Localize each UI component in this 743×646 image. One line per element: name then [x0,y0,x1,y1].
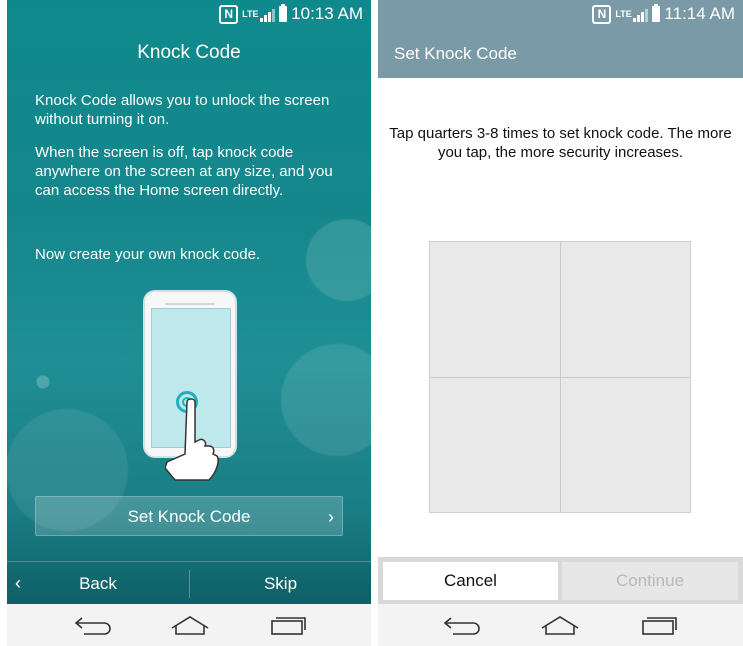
chevron-left-icon: ‹ [15,573,21,593]
nfc-icon: N [592,4,612,24]
page-title: Set Knock Code [394,44,517,63]
signal-icon [633,7,649,22]
lte-icon: LTE [242,8,259,19]
knock-code-grid[interactable] [429,241,691,513]
status-bar: N LTE 10:13 AM [7,0,371,28]
chevron-right-icon: › [328,507,334,527]
back-arrow-icon[interactable] [74,614,114,636]
set-knock-code-button[interactable]: Set Knock Code › [35,496,343,536]
instructions-text: Tap quarters 3-8 times to set knock code… [389,125,732,161]
continue-button[interactable]: Continue [562,562,738,600]
set-knock-code-label: Set Knock Code [127,507,251,526]
back-arrow-icon[interactable] [443,614,483,636]
back-label: Back [79,574,117,593]
phone-speaker [165,297,215,305]
home-icon[interactable] [170,614,210,636]
system-nav-bar [7,604,371,646]
status-time: 11:14 AM [664,4,735,23]
status-bar: N LTE 11:14 AM [378,0,743,28]
knock-code-intro-screen: N LTE 10:13 AM Knock Code Knock Code all… [7,0,371,646]
status-time: 10:13 AM [291,4,363,23]
set-knock-code-screen: N LTE 11:14 AM Set Knock Code Tap quarte… [378,0,743,646]
back-button[interactable]: ‹ Back [7,562,189,605]
description-paragraph: Knock Code allows you to unlock the scre… [35,92,330,128]
skip-label: Skip [263,574,298,593]
lte-icon: LTE [615,8,632,19]
cancel-button[interactable]: Cancel [383,562,558,600]
bottom-actions: Cancel Continue [378,557,743,604]
description-paragraph: When the screen is off, tap knock code a… [35,144,333,199]
recent-apps-icon[interactable] [640,614,680,636]
signal-icon [260,7,276,22]
page-title: Knock Code [137,42,241,63]
hand-icon [165,398,219,481]
recent-apps-icon[interactable] [269,614,309,636]
skip-button[interactable]: Skip [190,562,371,605]
system-nav-bar [378,604,743,646]
battery-icon [652,4,661,22]
battery-icon [279,4,288,22]
grid-divider [430,377,690,378]
home-icon[interactable] [540,614,580,636]
nfc-icon: N [219,4,239,24]
app-header: Set Knock Code [378,28,743,78]
description-paragraph: Now create your own knock code. [35,246,261,263]
bottom-actions: ‹ Back Skip [7,561,371,605]
